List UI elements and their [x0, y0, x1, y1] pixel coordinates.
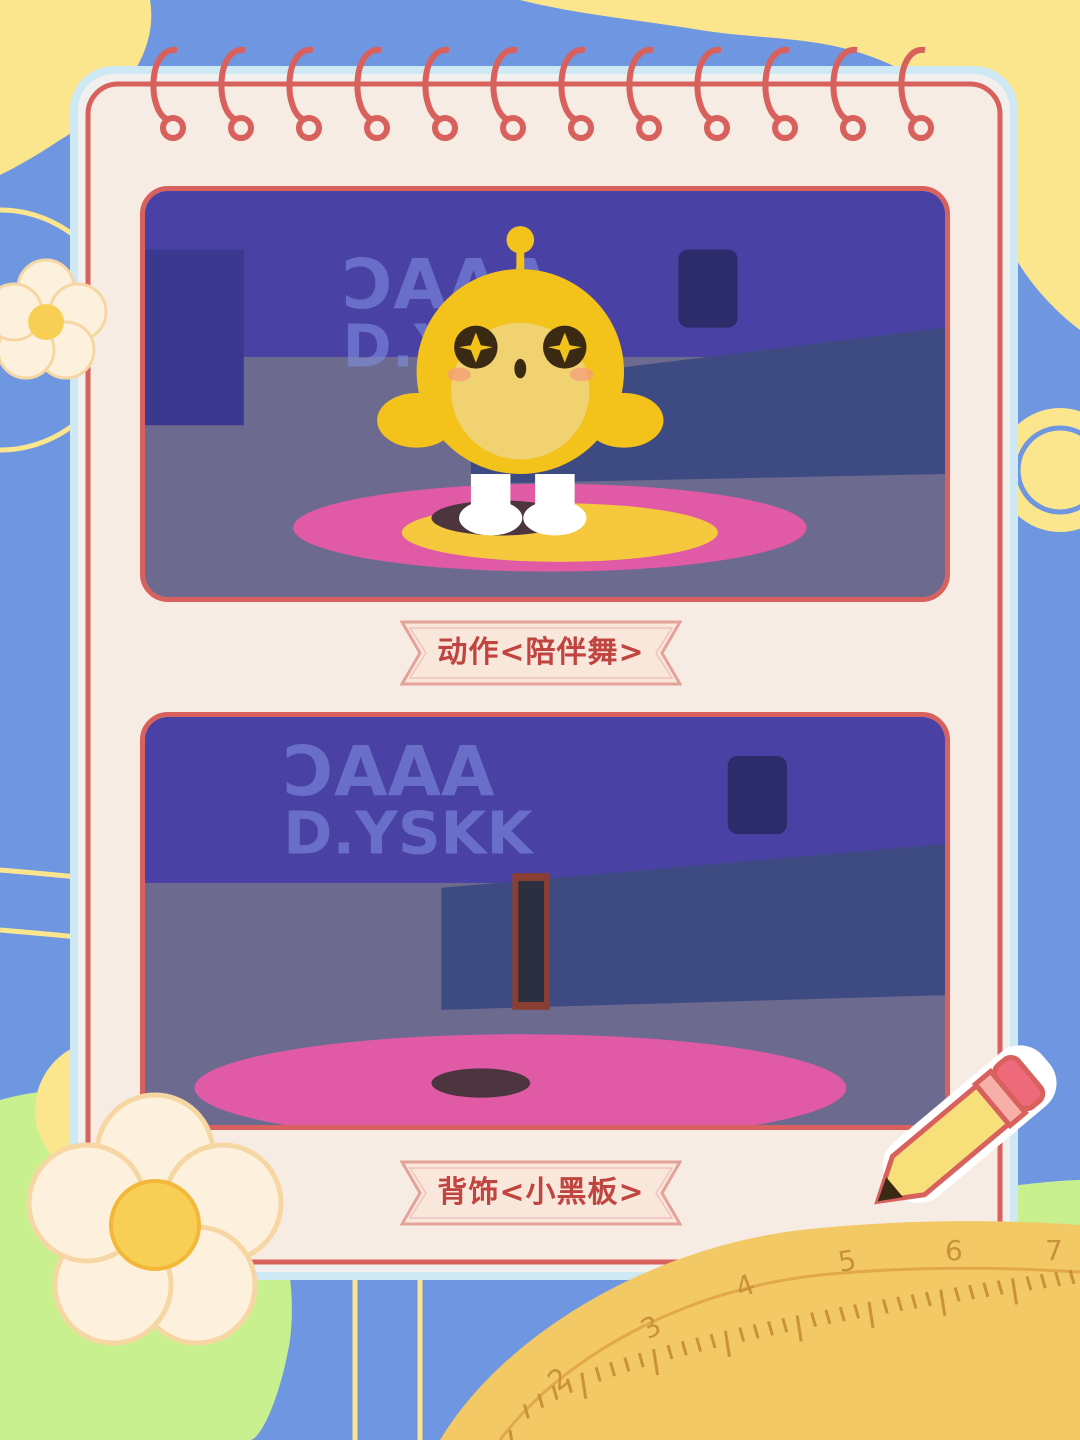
notebook-ring-icon — [762, 46, 790, 123]
caption-action-text: 动作<陪伴舞> — [437, 635, 645, 670]
notebook-ring-hole — [160, 115, 186, 141]
notebook-ring-hole — [228, 115, 254, 141]
notebook-ring-icon — [898, 46, 926, 123]
pencil-icon — [874, 1045, 1057, 1205]
notebook-ring-icon — [558, 46, 586, 123]
notebook-ring-icon — [218, 46, 246, 123]
flower-icon — [0, 258, 108, 380]
notebook-ring-hole — [704, 115, 730, 141]
notebook-ring-hole — [908, 115, 934, 141]
flower-icon — [26, 1092, 284, 1346]
ruler-label-7: 7 — [1045, 1234, 1063, 1267]
svg-text:D.YSKK: D.YSKK — [283, 799, 534, 868]
notebook-ring-hole — [364, 115, 390, 141]
dance-action-image: ƆAAA D.YSKK — [140, 186, 950, 602]
notebook-ring-icon — [830, 46, 858, 123]
notebook-ring-hole — [432, 115, 458, 141]
notebook-ring-icon — [694, 46, 722, 123]
notebook-ring-icon — [150, 46, 178, 123]
notebook-ring-hole — [500, 115, 526, 141]
notebook-ring-hole — [296, 115, 322, 141]
notebook-ring-icon — [422, 46, 450, 123]
notebook-ring-icon — [490, 46, 518, 123]
ruler-label-6: 6 — [945, 1234, 963, 1267]
notebook-rings — [150, 46, 934, 141]
notebook-ring-icon — [286, 46, 314, 123]
notebook-ring-hole — [840, 115, 866, 141]
caption-action: 动作<陪伴舞> — [400, 620, 682, 686]
notebook-ring-hole — [636, 115, 662, 141]
blackboard-backpiece-image: ƆAAA D.YSKK — [140, 712, 950, 1130]
notebook-ring-icon — [354, 46, 382, 123]
notebook-ring-hole — [772, 115, 798, 141]
notebook-ring-hole — [568, 115, 594, 141]
notebook-ring-icon — [626, 46, 654, 123]
